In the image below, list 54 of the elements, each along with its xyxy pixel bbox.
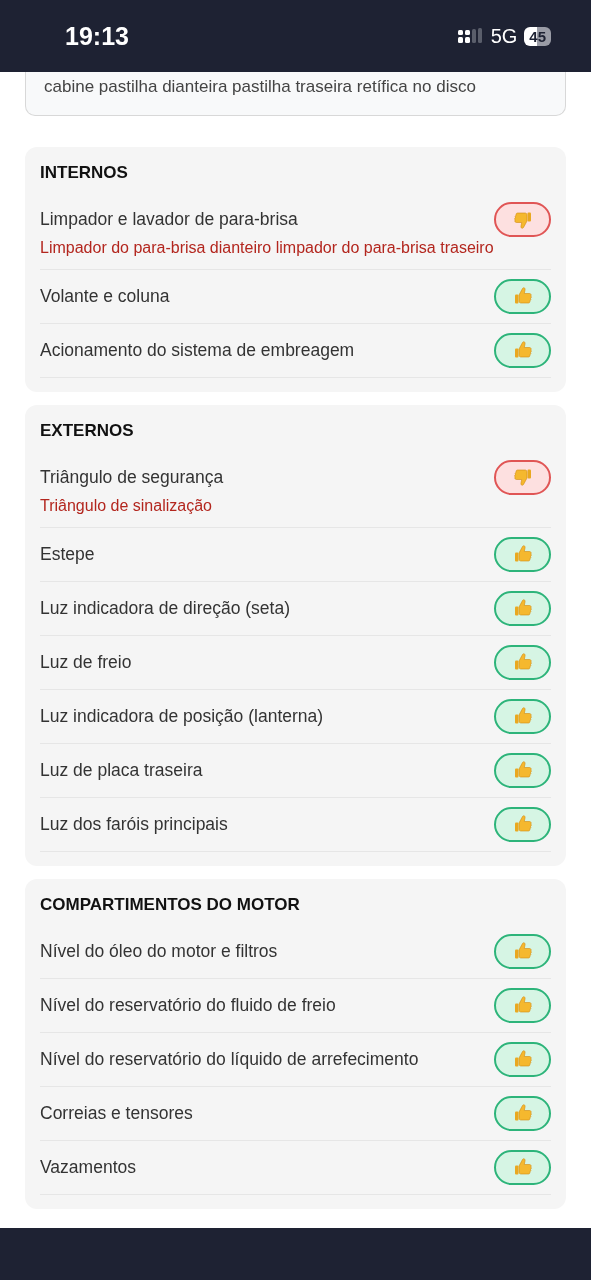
item-label: Vazamentos — [40, 1156, 136, 1178]
rating-button[interactable] — [494, 644, 551, 680]
item-label: Nível do reservatório do fluido de freio — [40, 994, 336, 1016]
item-label: Limpador e lavador de para-brisa — [40, 209, 298, 230]
item-label: Correias e tensores — [40, 1102, 193, 1124]
rating-button[interactable] — [494, 536, 551, 572]
rating-button[interactable] — [494, 1095, 551, 1131]
thumbs-down-icon — [512, 209, 533, 230]
rating-button[interactable] — [494, 1149, 551, 1185]
item-label: Acionamento do sistema de embreagem — [40, 339, 355, 361]
thumbs-up-icon — [512, 760, 533, 781]
item-label: Luz indicadora de direção (seta) — [40, 597, 290, 619]
item-label: Luz de freio — [40, 651, 132, 673]
thumbs-up-icon — [512, 652, 533, 673]
item-label: Estepe — [40, 543, 95, 565]
rating-button[interactable] — [494, 459, 551, 495]
thumbs-up-icon — [512, 598, 533, 619]
thumbs-up-icon — [512, 706, 533, 727]
rating-button[interactable] — [494, 590, 551, 626]
thumbs-up-icon — [512, 941, 533, 962]
rating-button[interactable] — [494, 202, 551, 237]
rating-button[interactable] — [494, 752, 551, 788]
section-title: EXTERNOS — [40, 419, 135, 442]
status-time: 19:13 — [65, 21, 129, 51]
item-label: Luz indicadora de posição (lanterna) — [40, 705, 324, 727]
thumbs-up-icon — [512, 1103, 533, 1124]
signal-icon — [457, 28, 484, 44]
thumbs-up-icon — [512, 286, 533, 307]
item-note: Triângulo de sinalização — [40, 495, 213, 516]
rating-button[interactable] — [494, 933, 551, 969]
thumbs-up-icon — [512, 340, 533, 361]
rating-button[interactable] — [494, 806, 551, 842]
item-label: Nível do óleo do motor e filtros — [40, 940, 278, 962]
item-label: Luz dos faróis principais — [40, 813, 228, 835]
rating-button[interactable] — [494, 987, 551, 1023]
section-title: COMPARTIMENTOS DO MOTOR — [40, 893, 301, 916]
thumbs-up-icon — [512, 1157, 533, 1178]
item-note: Limpador do para-brisa dianteiro limpador do para-brisa traseiro — [40, 238, 495, 258]
notes-text: cabine pastilha dianteira pastilha traseira retífica no disco — [44, 77, 476, 96]
thumbs-up-icon — [512, 544, 533, 565]
network-label: 5G — [490, 24, 518, 48]
thumbs-down-icon — [512, 467, 533, 488]
thumbs-up-icon — [512, 995, 533, 1016]
rating-button[interactable] — [494, 278, 551, 314]
section-title: INTERNOS — [40, 162, 129, 184]
thumbs-up-icon — [512, 814, 533, 835]
rating-button[interactable] — [494, 698, 551, 734]
item-label: Nível do reservatório do líquido de arrefecimento — [40, 1048, 419, 1070]
item-label: Triângulo de segurança — [40, 466, 224, 488]
rating-button[interactable] — [494, 332, 551, 368]
thumbs-up-icon — [512, 1049, 533, 1070]
item-label: Luz de placa traseira — [40, 759, 203, 781]
rating-button[interactable] — [494, 1041, 551, 1077]
item-label: Volante e coluna — [40, 285, 170, 307]
